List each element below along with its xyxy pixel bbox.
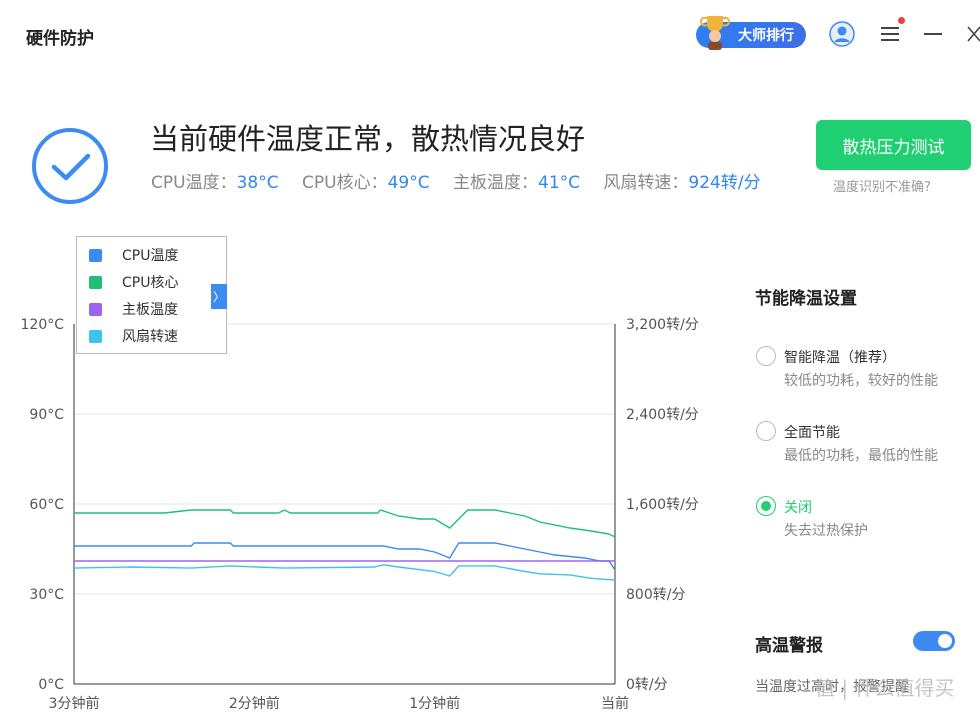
x-tick-label: 1分钟前 [409, 695, 460, 712]
x-tick-label: 3分钟前 [49, 695, 100, 712]
legend-swatch [89, 275, 102, 289]
readout-value: 49°C [387, 173, 430, 193]
x-tick-label: 当前 [601, 695, 629, 712]
legend-item-cpu-core[interactable]: CPU核心 [89, 272, 178, 292]
series-line [74, 542, 616, 571]
menu-icon[interactable] [880, 26, 900, 42]
app-title: 硬件防护 [26, 29, 94, 49]
readout-label: 风扇转速： [603, 173, 689, 193]
series-line [73, 564, 616, 581]
readout-value: 924转/分 [688, 173, 761, 193]
chart-legend: CPU温度 CPU核心 主板温度 风扇转速 [76, 236, 227, 354]
rank-button-label: 大师排行 [738, 28, 794, 44]
y-left-tick-label: 0°C [38, 677, 64, 693]
temperature-readouts: CPU温度：38°C CPU核心：49°C 主板温度：41°C 风扇转速：924… [151, 168, 779, 193]
radio-smart-cooling[interactable] [756, 346, 776, 366]
legend-label: CPU温度 [122, 248, 179, 264]
legend-item-fan-speed[interactable]: 风扇转速 [89, 326, 178, 346]
trophy-icon [700, 16, 730, 50]
title-bar: 硬件防护 大师排行 [0, 0, 980, 70]
y-right-tick-label: 0转/分 [626, 677, 668, 693]
legend-label: 风扇转速 [122, 329, 178, 345]
board-temp-readout: 主板温度：41°C [453, 173, 580, 193]
series-line [74, 509, 616, 538]
user-avatar-icon[interactable] [829, 21, 855, 47]
y-left-tick-label: 60°C [29, 497, 64, 513]
readout-label: CPU温度： [151, 173, 237, 193]
option-desc-off: 失去过热保护 [784, 523, 868, 539]
x-tick-label: 2分钟前 [229, 695, 280, 712]
y-right-tick-label: 3,200转/分 [626, 317, 699, 333]
inaccurate-temp-link[interactable]: 温度识别不准确? [833, 176, 931, 195]
option-label-off[interactable]: 关闭 [784, 497, 812, 517]
high-temp-alert-toggle[interactable] [913, 631, 955, 651]
option-desc-smart-cooling: 较低的功耗，较好的性能 [784, 373, 938, 389]
legend-swatch [89, 329, 102, 343]
legend-swatch [89, 302, 102, 316]
watermark: 值 | 什么值得买 [815, 676, 955, 700]
option-label-smart-cooling[interactable]: 智能降温（推荐） [784, 347, 896, 367]
fan-speed-readout: 风扇转速：924转/分 [603, 173, 760, 193]
notification-dot [898, 17, 905, 24]
y-right-tick-label: 800转/分 [626, 587, 685, 603]
readout-value: 38°C [236, 173, 279, 193]
legend-collapse-button[interactable]: 〉 [211, 284, 227, 309]
legend-label: CPU核心 [122, 275, 179, 291]
readout-value: 41°C [538, 173, 581, 193]
option-desc-full-saving: 最低的功耗，最低的性能 [784, 448, 938, 464]
legend-label: 主板温度 [122, 302, 178, 318]
cpu-core-readout: CPU核心：49°C [302, 173, 430, 193]
energy-settings-title: 节能降温设置 [755, 289, 857, 309]
radio-full-saving[interactable] [756, 421, 776, 441]
readout-label: CPU核心： [302, 173, 388, 193]
option-label-full-saving[interactable]: 全面节能 [784, 422, 840, 442]
readout-label: 主板温度： [453, 173, 538, 193]
stress-test-button[interactable]: 散热压力测试 [816, 120, 971, 170]
legend-swatch [89, 248, 102, 262]
y-left-tick-label: 90°C [29, 407, 64, 423]
radio-off[interactable] [756, 496, 776, 516]
status-ok-check-icon [32, 128, 108, 204]
legend-item-board-temp[interactable]: 主板温度 [89, 299, 178, 319]
y-left-tick-label: 120°C [21, 317, 65, 333]
y-right-tick-label: 2,400转/分 [626, 407, 699, 423]
close-icon[interactable] [966, 25, 980, 43]
y-right-tick-label: 1,600转/分 [626, 497, 699, 513]
minimize-button[interactable] [924, 33, 942, 35]
rank-button[interactable]: 大师排行 [696, 16, 806, 50]
legend-item-cpu-temp[interactable]: CPU温度 [89, 245, 178, 265]
status-headline: 当前硬件温度正常，散热情况良好 [150, 122, 586, 156]
cpu-temp-readout: CPU温度：38°C [151, 173, 279, 193]
y-left-tick-label: 30°C [29, 587, 64, 603]
high-temp-alert-title: 高温警报 [755, 636, 823, 656]
